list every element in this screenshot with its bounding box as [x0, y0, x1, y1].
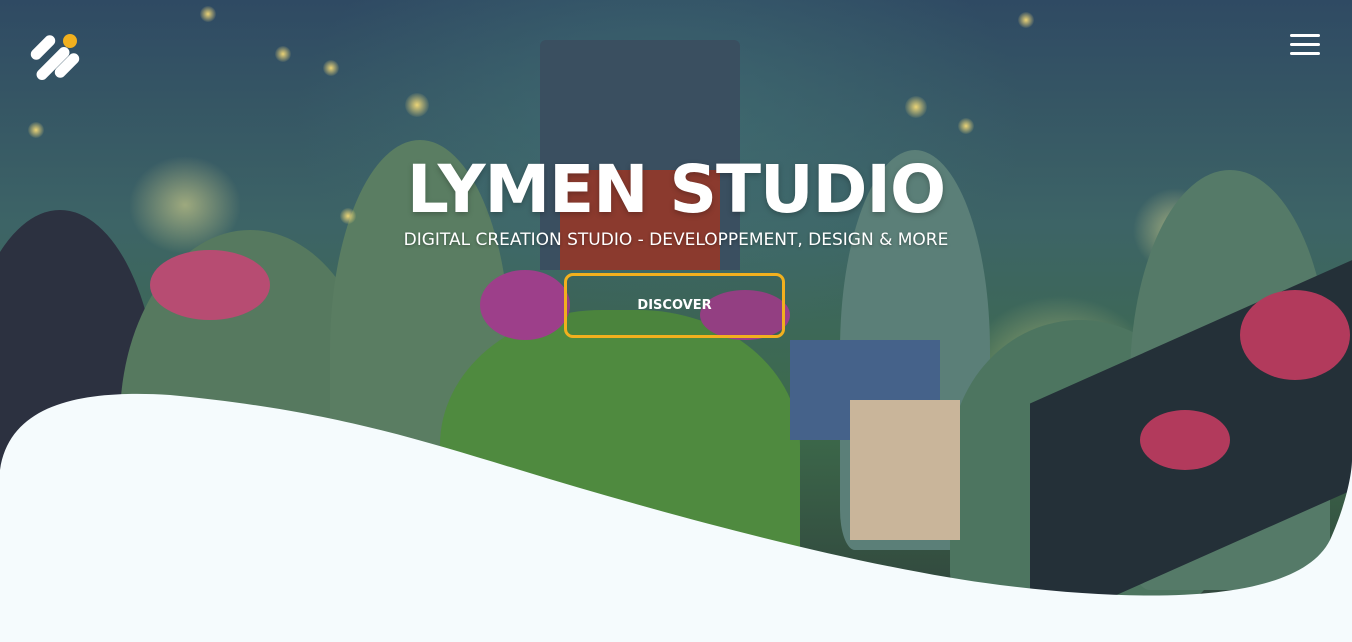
hamburger-menu-icon[interactable]	[1290, 34, 1320, 56]
hero-banner: LYMEN STUDIO DIGITAL CREATION STUDIO - D…	[0, 0, 1352, 642]
page-subtitle: DIGITAL CREATION STUDIO - DEVELOPPEMENT,…	[403, 230, 949, 250]
discover-button[interactable]: DISCOVER	[564, 273, 785, 338]
page-title: LYMEN STUDIO	[406, 151, 946, 228]
lymen-logo-icon[interactable]	[26, 24, 90, 88]
